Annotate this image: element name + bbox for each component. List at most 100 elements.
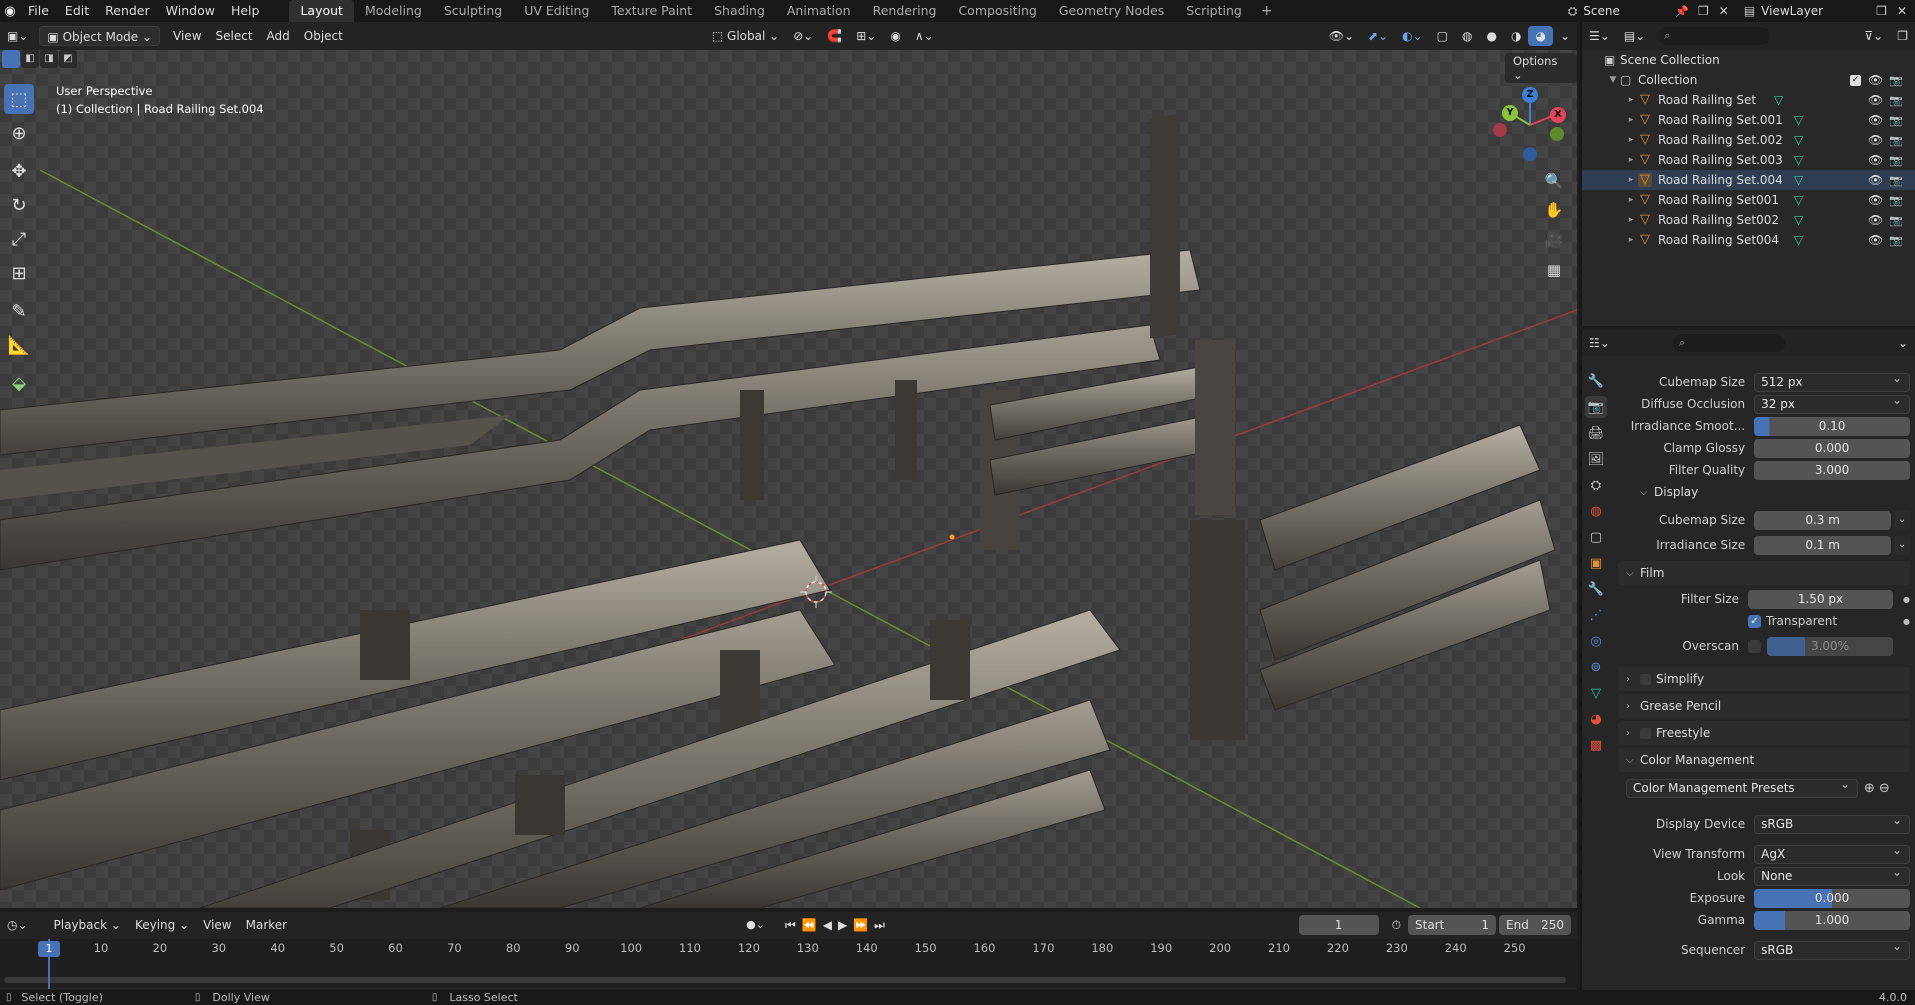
delete-viewlayer-icon[interactable]: ✕ [1892, 4, 1915, 18]
camera-icon[interactable]: 📷 [1889, 154, 1903, 167]
keying-menu[interactable]: Keying ⌄ [128, 915, 196, 935]
select-menu[interactable]: Select [209, 26, 260, 46]
falloff-icon[interactable]: ∧⌄ [908, 26, 941, 46]
irradiance-dropdown-icon[interactable]: ⌄ [1894, 535, 1910, 555]
object-menu[interactable]: Object [297, 26, 350, 46]
tab-texture-paint[interactable]: Texture Paint [600, 0, 703, 22]
menu-file[interactable]: File [20, 0, 57, 22]
view-layer-tab-icon[interactable]: 🖼 [1585, 448, 1607, 470]
playback-menu[interactable]: Playback ⌄ [47, 915, 128, 935]
outliner-item[interactable]: ▸ ▽ Road Railing Set ▽ 👁 📷 [1582, 90, 1915, 110]
ortho-grid-icon[interactable]: ▦ [1541, 257, 1567, 283]
freestyle-checkbox[interactable] [1640, 727, 1651, 739]
transparent-checkbox[interactable]: ✓ [1748, 614, 1761, 628]
mesh-data-icon[interactable]: ▽ [1794, 153, 1803, 167]
xray-icon[interactable]: ▢ [1430, 26, 1455, 46]
viewlayer-icon[interactable]: ▤ [1734, 4, 1761, 18]
mesh-data-icon[interactable]: ▽ [1794, 213, 1803, 227]
orientation-dropdown[interactable]: ⬚ Global ⌄ [705, 26, 786, 46]
next-keyframe-icon[interactable]: ⏩ [850, 915, 871, 935]
tab-shading[interactable]: Shading [703, 0, 776, 22]
pin-icon[interactable]: 📌 [1671, 5, 1693, 18]
output-tab-icon[interactable]: 🖨 [1585, 422, 1607, 444]
expand-icon[interactable]: ▸ [1624, 195, 1638, 205]
solid-shading-icon[interactable]: ● [1479, 26, 1503, 46]
viewlayer-name[interactable]: ViewLayer [1761, 4, 1871, 18]
modifier-tab-icon[interactable]: 🔧 [1585, 578, 1607, 600]
physics-tab-icon[interactable]: ◎ [1585, 630, 1607, 652]
add-preset-icon[interactable]: ⊕ [1864, 781, 1875, 796]
collection-checkbox[interactable]: ✓ [1850, 74, 1861, 86]
menu-render[interactable]: Render [97, 0, 158, 22]
jump-start-icon[interactable]: ⏮ [782, 915, 799, 935]
rotate-icon[interactable]: ↻ [4, 190, 34, 220]
select-box-icon[interactable]: ⬚ [4, 84, 34, 114]
scale-icon[interactable]: ⤢ [4, 224, 34, 254]
cubemap-size-dropdown[interactable]: 512 px [1754, 372, 1910, 392]
timeline-editor-icon[interactable]: ◷⌄ [0, 915, 35, 935]
simplify-checkbox[interactable] [1640, 673, 1651, 685]
blender-logo-icon[interactable]: ◉ [0, 4, 20, 19]
filter-quality-field[interactable]: 3.000 [1754, 460, 1910, 480]
editor-type-icon[interactable]: ▣⌄ [0, 26, 35, 46]
playhead-marker[interactable]: 1 [38, 941, 60, 957]
eye-icon[interactable]: 👁 [1868, 153, 1883, 167]
snap-target-icon[interactable]: ⊞⌄ [849, 26, 883, 46]
render-tab-icon[interactable]: 📷 [1585, 396, 1607, 418]
select-extend-icon[interactable]: ◧ [21, 50, 39, 68]
mesh-data-icon[interactable]: ▽ [1794, 193, 1803, 207]
timeline-track-area[interactable] [0, 959, 1577, 987]
simplify-section-header[interactable]: › Simplify [1618, 667, 1910, 691]
texture-tab-icon[interactable]: ▩ [1585, 734, 1607, 756]
data-tab-icon[interactable]: ▽ [1585, 682, 1607, 704]
gizmo-x[interactable]: X [1550, 107, 1566, 123]
new-collection-icon[interactable]: ❐ [1890, 26, 1915, 46]
camera-icon[interactable]: 📷 [1889, 94, 1903, 107]
display-device-dropdown[interactable]: sRGB [1754, 814, 1910, 834]
keyframe-dot-icon[interactable]: ● [1903, 617, 1910, 626]
display-cubemap-size-field[interactable]: 0.3 m [1754, 510, 1892, 530]
shading-options-icon[interactable]: ⌄ [1553, 26, 1577, 46]
snap-icon[interactable]: 🧲 [820, 26, 849, 46]
overlay-icon[interactable]: ◐⌄ [1395, 26, 1430, 46]
proportional-icon[interactable]: ◉ [883, 26, 907, 46]
gizmo-icon[interactable]: ⬈⌄ [1361, 26, 1395, 46]
play-icon[interactable]: ▶ [835, 915, 850, 935]
view-transform-dropdown[interactable]: AgX [1754, 844, 1910, 864]
tab-modeling[interactable]: Modeling [354, 0, 433, 22]
wireframe-shading-icon[interactable]: ◍ [1455, 26, 1479, 46]
eye-icon[interactable]: 👁 [1868, 213, 1883, 227]
collection-tab-icon[interactable]: ▢ [1585, 526, 1607, 548]
options-button[interactable]: Options ⌄ [1505, 53, 1577, 83]
gamma-field[interactable]: 1.000 [1754, 910, 1910, 930]
outliner-item[interactable]: ▸ ▽ Road Railing Set004 ▽ 👁 📷 [1582, 230, 1915, 250]
expand-icon[interactable]: ▸ [1624, 235, 1638, 245]
gizmo-neg-x[interactable] [1493, 123, 1507, 137]
irradiance-size-field[interactable]: 0.1 m [1754, 535, 1892, 555]
outliner-item[interactable]: ▸ ▽ Road Railing Set002 ▽ 👁 📷 [1582, 210, 1915, 230]
mesh-data-icon[interactable]: ▽ [1794, 173, 1803, 187]
add-cube-icon[interactable]: ⬙ [4, 368, 34, 398]
eye-icon[interactable]: 👁 [1868, 93, 1883, 107]
outliner-item[interactable]: ▸ ▽ Road Railing Set.003 ▽ 👁 📷 [1582, 150, 1915, 170]
camera-icon[interactable]: 📷 [1889, 174, 1903, 187]
cursor-icon[interactable]: ⊕ [4, 118, 34, 148]
pivot-icon[interactable]: ⊘⌄ [786, 26, 820, 46]
scene-collection-row[interactable]: ▣ Scene Collection [1582, 50, 1915, 70]
diffuse-occlusion-dropdown[interactable]: 32 px [1754, 394, 1910, 414]
eye-icon[interactable]: 👁 [1868, 133, 1883, 147]
eye-icon[interactable]: 👁 [1868, 113, 1883, 127]
object-tab-icon[interactable]: ▣ [1585, 552, 1607, 574]
overscan-field[interactable]: 3.00% [1767, 636, 1893, 656]
start-frame-field[interactable]: Start 1 [1408, 915, 1496, 935]
properties-options-icon[interactable]: ⌄ [1891, 333, 1915, 353]
current-frame-field[interactable]: 1 [1298, 915, 1379, 935]
eye-icon[interactable]: 👁 [1868, 173, 1883, 187]
sequencer-dropdown[interactable]: sRGB [1754, 940, 1910, 960]
gizmo-z[interactable]: Z [1522, 87, 1538, 103]
clamp-glossy-field[interactable]: 0.000 [1754, 438, 1910, 458]
timeline-view-menu[interactable]: View [196, 915, 238, 935]
transform-icon[interactable]: ⊞ [4, 258, 34, 288]
mesh-data-icon[interactable]: ▽ [1794, 233, 1803, 247]
tab-compositing[interactable]: Compositing [947, 0, 1047, 22]
